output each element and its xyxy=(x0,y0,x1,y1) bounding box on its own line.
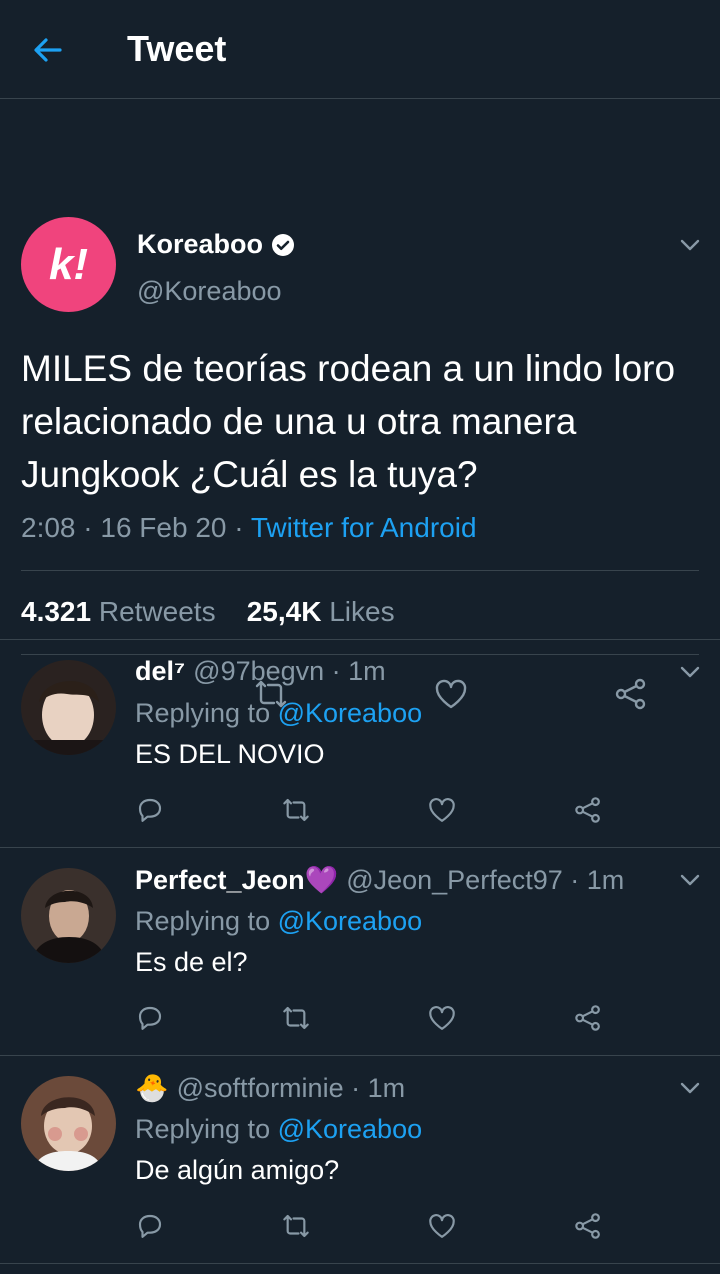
replying-prefix: Replying to xyxy=(135,906,278,936)
reply-tweet[interactable]: 🐣 @softforminie · 1m Replying to @Koreab… xyxy=(0,1056,720,1264)
reply-header: 🐣 @softforminie · 1m xyxy=(135,1072,405,1104)
replying-to: Replying to @Koreaboo xyxy=(135,698,422,729)
back-arrow-icon[interactable] xyxy=(30,32,66,68)
verified-badge-icon xyxy=(271,233,295,257)
replying-to: Replying to @Koreaboo xyxy=(135,1114,422,1145)
avatar-logo: k! xyxy=(48,239,89,289)
top-bar: Tweet xyxy=(0,0,720,99)
tweet-source-link[interactable]: Twitter for Android xyxy=(251,512,477,543)
replying-prefix: Replying to xyxy=(135,698,278,728)
heart-icon[interactable] xyxy=(427,795,457,825)
reply-author-name[interactable]: Perfect_Jeon💜 xyxy=(135,864,338,896)
reply-avatar[interactable] xyxy=(21,1076,116,1171)
likes-label: Likes xyxy=(321,596,395,627)
retweets-count: 4.321 xyxy=(21,596,92,627)
reply-avatar[interactable] xyxy=(21,660,116,755)
chevron-down-icon[interactable] xyxy=(678,1076,702,1100)
replying-to-link[interactable]: @Koreaboo xyxy=(278,1114,423,1144)
retweets-stat[interactable]: 4.321 Retweets xyxy=(21,596,216,627)
reply-author-name[interactable]: del⁷ xyxy=(135,656,185,687)
reply-author-handle[interactable]: @Jeon_Perfect97 · 1m xyxy=(346,865,624,896)
retweet-icon[interactable] xyxy=(281,795,311,825)
main-tweet: k! Koreaboo @Koreaboo MILES de teorías r… xyxy=(0,99,720,710)
likes-stat[interactable]: 25,4K Likes xyxy=(247,596,395,627)
reply-header: Perfect_Jeon💜 @Jeon_Perfect97 · 1m xyxy=(135,864,624,896)
author-handle[interactable]: @Koreaboo xyxy=(137,276,282,307)
chevron-down-icon[interactable] xyxy=(678,233,702,257)
share-icon[interactable] xyxy=(573,1003,603,1033)
reply-tweet[interactable]: del⁷ @97begvn · 1m Replying to @Koreaboo… xyxy=(0,640,720,848)
replying-to: Replying to @Koreaboo xyxy=(135,906,422,937)
reply-text: ES DEL NOVIO xyxy=(135,739,325,769)
divider xyxy=(21,570,699,571)
reply-icon[interactable] xyxy=(135,1003,165,1033)
page-title: Tweet xyxy=(127,28,227,69)
heart-icon[interactable] xyxy=(427,1003,457,1033)
retweet-icon[interactable] xyxy=(281,1003,311,1033)
chevron-down-icon[interactable] xyxy=(678,868,702,892)
share-icon[interactable] xyxy=(573,795,603,825)
author-avatar[interactable]: k! xyxy=(21,217,116,312)
tweet-time: 2:08 · 16 Feb 20 · xyxy=(21,512,251,543)
replying-to-link[interactable]: @Koreaboo xyxy=(278,906,423,936)
reply-avatar[interactable] xyxy=(21,868,116,963)
heart-icon[interactable] xyxy=(427,1211,457,1241)
author-name-row[interactable]: Koreaboo xyxy=(137,229,295,260)
replying-to-link[interactable]: @Koreaboo xyxy=(278,698,423,728)
reply-text: Es de el? xyxy=(135,947,248,977)
reply-author-name[interactable]: 🐣 xyxy=(135,1072,169,1104)
retweet-icon[interactable] xyxy=(281,1211,311,1241)
reply-header: del⁷ @97begvn · 1m xyxy=(135,656,386,687)
reply-author-handle[interactable]: @softforminie · 1m xyxy=(177,1073,405,1104)
retweets-label: Retweets xyxy=(91,596,216,627)
reply-author-handle[interactable]: @97begvn · 1m xyxy=(193,656,386,687)
reply-icon[interactable] xyxy=(135,795,165,825)
share-icon[interactable] xyxy=(573,1211,603,1241)
reply-icon[interactable] xyxy=(135,1211,165,1241)
reply-tweet[interactable]: Perfect_Jeon💜 @Jeon_Perfect97 · 1m Reply… xyxy=(0,848,720,1056)
tweet-meta: 2:08 · 16 Feb 20 · Twitter for Android xyxy=(21,512,477,544)
reply-text: De algún amigo? xyxy=(135,1155,340,1185)
author-name[interactable]: Koreaboo xyxy=(137,229,263,260)
tweet-text: MILES de teorías rodean a un lindo loro … xyxy=(21,348,676,495)
likes-count: 25,4K xyxy=(246,596,322,627)
replying-prefix: Replying to xyxy=(135,1114,278,1144)
tweet-stats: 4.321 Retweets 25,4K Likes xyxy=(21,596,395,628)
chevron-down-icon[interactable] xyxy=(678,660,702,684)
